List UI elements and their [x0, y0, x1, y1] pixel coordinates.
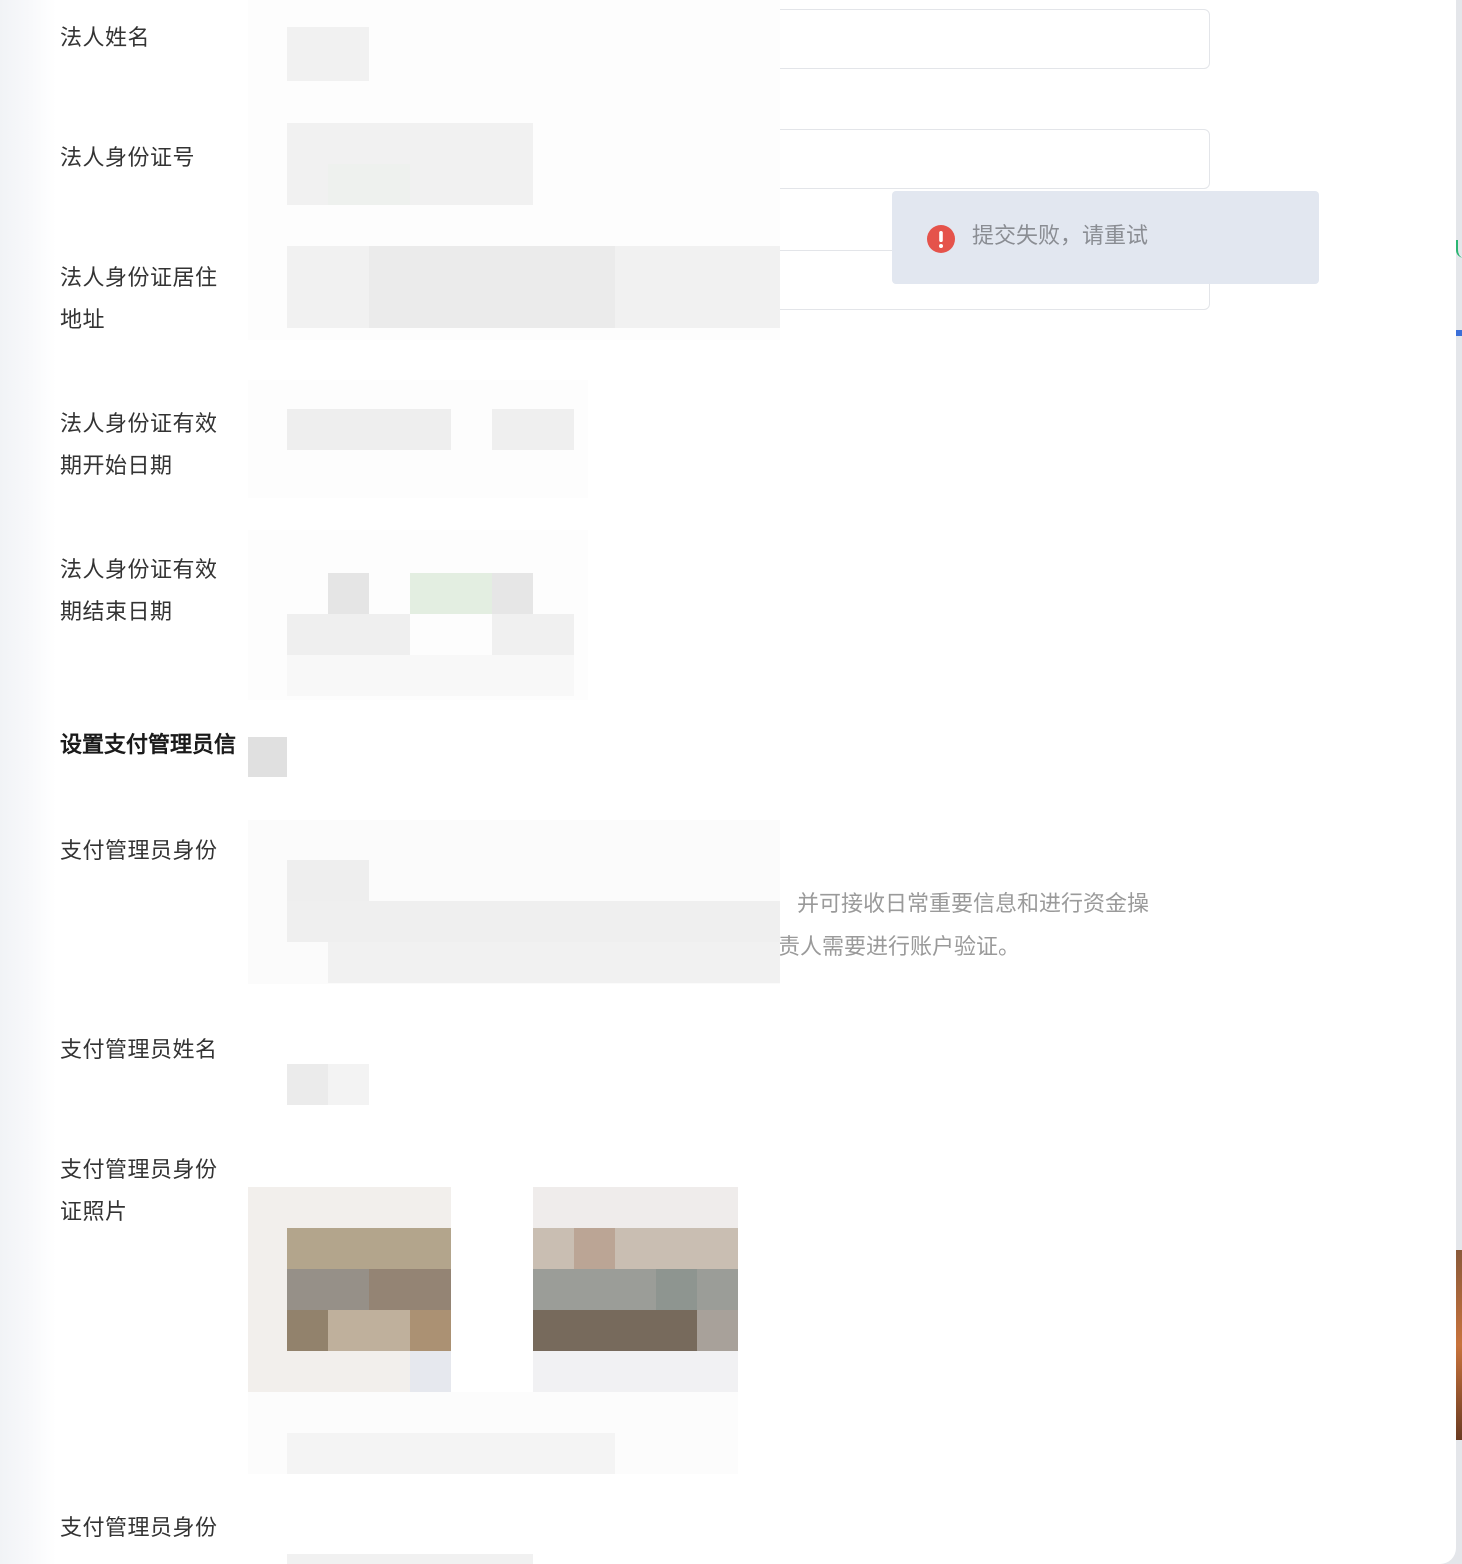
label-admin-identity: 支付管理员身份 — [60, 839, 218, 864]
redacted-value — [287, 409, 451, 450]
redacted-photo — [287, 1269, 369, 1310]
redacted-value — [287, 901, 780, 942]
dialog-corner — [1440, 1548, 1456, 1564]
redacted-value — [248, 737, 287, 777]
redacted-value — [287, 1064, 328, 1105]
redacted-value — [328, 573, 369, 614]
label-line: 期结束日期 — [60, 600, 173, 625]
backdrop-accent — [1456, 330, 1462, 336]
dialog-page: 法人姓名 法人身份证号 法人身份证居住 地址 法人身份证有效 期开始日期 法人身… — [0, 0, 1462, 1564]
redacted-photo — [410, 1351, 451, 1392]
backdrop-image — [1456, 1250, 1462, 1440]
redacted-value — [492, 409, 574, 450]
redacted-value — [287, 1554, 533, 1564]
redacted-photo — [574, 1228, 615, 1269]
label-admin-identity-2: 支付管理员身份 — [60, 1516, 218, 1541]
exclamation-circle-icon — [927, 225, 955, 253]
redacted-photo — [287, 1228, 451, 1269]
redacted-value — [287, 655, 574, 696]
redacted-photo — [533, 1228, 738, 1269]
redacted-value — [328, 1064, 369, 1105]
redacted-value — [410, 573, 492, 614]
label-admin-name: 支付管理员姓名 — [60, 1038, 218, 1063]
admin-description-line: 并可接收日常重要信息和进行资金操 — [797, 892, 1150, 917]
label-line: 证照片 — [60, 1200, 128, 1225]
redacted-photo — [287, 1310, 328, 1351]
redacted-value — [287, 27, 369, 81]
backdrop-shadow — [0, 0, 56, 1564]
label-legal-id-number: 法人身份证号 — [60, 146, 196, 171]
label-line: 期开始日期 — [60, 454, 173, 479]
redacted-value — [328, 942, 780, 983]
redacted-photo — [410, 1310, 451, 1351]
redacted-photo — [328, 1310, 410, 1351]
redacted-value — [492, 573, 533, 614]
redacted-photo — [533, 1269, 738, 1310]
redacted-value — [328, 164, 410, 205]
redacted-value — [287, 860, 369, 901]
toast-message: 提交失败，请重试 — [972, 224, 1149, 249]
label-line: 法人身份证有效 — [60, 412, 218, 437]
label-line: 法人身份证有效 — [60, 558, 218, 583]
label-line: 地址 — [60, 308, 106, 333]
redacted-photo — [656, 1269, 697, 1310]
admin-description-line: 责人需要进行账户验证。 — [778, 935, 1021, 960]
redacted-photo — [533, 1351, 738, 1392]
label-legal-id-valid-start: 法人身份证有效 期开始日期 — [60, 404, 248, 488]
label-legal-id-address: 法人身份证居住 地址 — [60, 258, 248, 342]
backdrop-accent — [1456, 240, 1462, 258]
label-legal-name: 法人姓名 — [60, 26, 151, 51]
redacted-value — [287, 123, 533, 205]
label-line: 法人身份证居住 — [60, 266, 218, 291]
error-toast: 提交失败，请重试 — [892, 191, 1319, 284]
redacted-value — [287, 614, 410, 655]
redacted-photo — [697, 1310, 738, 1351]
redacted-photo — [369, 1269, 451, 1310]
section-title-payment-admin: 设置支付管理员信 — [60, 733, 237, 758]
label-legal-id-valid-end: 法人身份证有效 期结束日期 — [60, 550, 248, 634]
label-admin-id-photo: 支付管理员身份 证照片 — [60, 1150, 248, 1234]
backdrop-edge — [1456, 0, 1462, 1564]
redacted-value — [287, 1433, 615, 1474]
redacted-value — [492, 614, 574, 655]
redacted-value — [369, 246, 615, 328]
label-line: 支付管理员身份 — [60, 1158, 218, 1183]
